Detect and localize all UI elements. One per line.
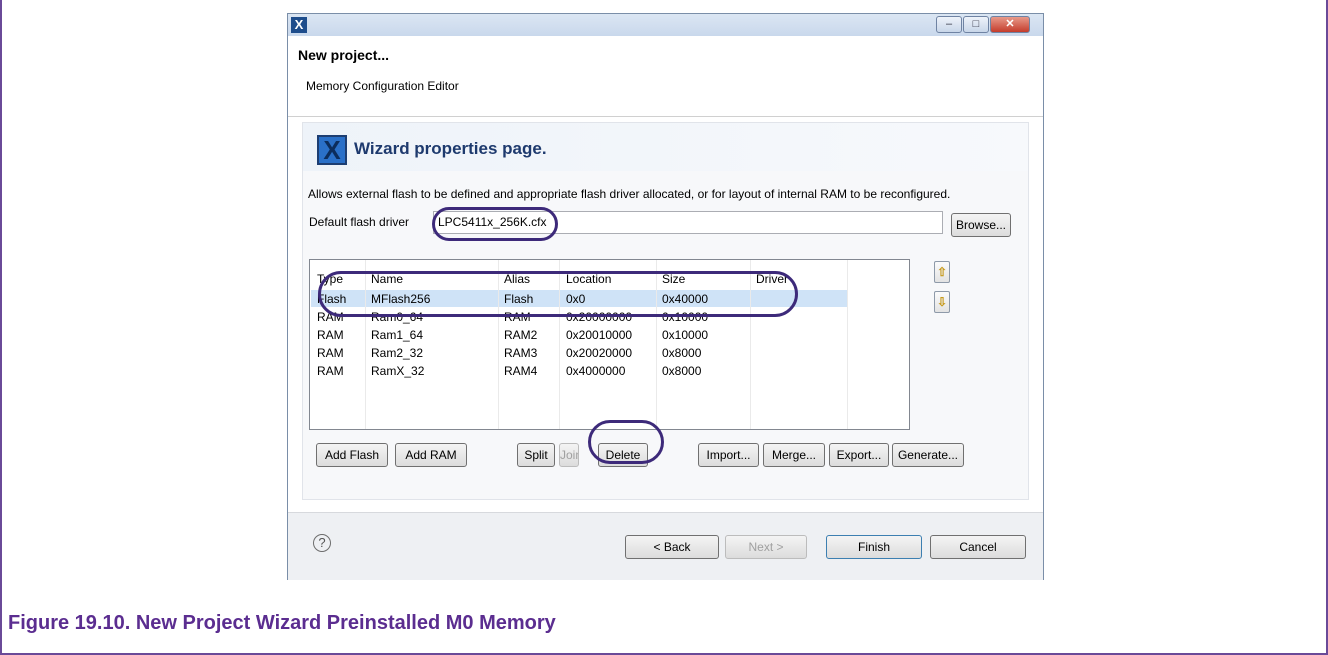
column-divider [498,260,499,429]
dialog-title: New project... [298,47,390,63]
column-header-type[interactable]: Type [317,272,343,286]
table-cell[interactable]: 0x0 [566,292,585,306]
table-cell[interactable]: 0x20020000 [566,346,632,360]
table-cell[interactable]: RamX_32 [371,364,424,378]
close-button[interactable]: ✕ [990,16,1030,33]
column-divider [559,260,560,429]
minimize-button[interactable]: ‒ [936,16,962,33]
wizard-content: X Wizard properties page. Allows externa… [288,117,1043,512]
add-flash-button[interactable]: Add Flash [316,443,388,467]
delete-button[interactable]: Delete [598,443,648,467]
cancel-button[interactable]: Cancel [930,535,1026,559]
column-divider [656,260,657,429]
table-cell[interactable]: 0x40000 [662,292,708,306]
add-ram-button[interactable]: Add RAM [395,443,467,467]
table-cell[interactable]: 0x4000000 [566,364,625,378]
column-header-alias[interactable]: Alias [504,272,530,286]
table-cell[interactable]: 0x10000 [662,328,708,342]
column-divider [847,260,848,429]
column-header-location[interactable]: Location [566,272,611,286]
join-button[interactable]: Join [559,443,579,467]
back-button[interactable]: < Back [625,535,719,559]
move-up-button[interactable]: ⇧ [934,261,950,283]
dialog-subtitle: Memory Configuration Editor [306,79,459,93]
table-cell[interactable]: Ram2_32 [371,346,423,360]
table-cell[interactable]: RAM3 [504,346,537,360]
header [288,36,1043,116]
memory-table[interactable]: Type Name Alias Location Size Driver Fla… [309,259,910,430]
title-bar: X ‒ □ ✕ [288,14,1043,36]
help-icon[interactable]: ? [313,534,331,552]
table-cell[interactable]: Flash [504,292,533,306]
table-cell[interactable]: RAM2 [504,328,537,342]
table-cell[interactable]: 0x8000 [662,364,701,378]
next-button[interactable]: Next > [725,535,807,559]
move-down-button[interactable]: ⇩ [934,291,950,313]
table-cell[interactable]: Ram0_64 [371,310,423,324]
column-divider [365,260,366,429]
wizard-title: Wizard properties page. [354,139,547,158]
merge-button[interactable]: Merge... [763,443,825,467]
figure-caption: Figure 19.10. New Project Wizard Preinst… [8,612,556,634]
browse-button[interactable]: Browse... [951,213,1011,237]
table-cell[interactable]: RAM4 [504,364,537,378]
wizard-description: Allows external flash to be defined and … [308,187,951,201]
maximize-button[interactable]: □ [963,16,989,33]
column-divider [750,260,751,429]
new-project-dialog: X ‒ □ ✕ New project... Memory Configurat… [287,13,1044,580]
x-wizard-icon: X [317,135,347,165]
dialog-footer: ? < Back Next > Finish Cancel [288,512,1043,580]
table-cell[interactable]: 0x20010000 [566,328,632,342]
export-button[interactable]: Export... [829,443,889,467]
table-cell[interactable]: RAM [317,364,344,378]
column-header-size[interactable]: Size [662,272,685,286]
wizard-banner: X Wizard properties page. [303,123,1028,171]
table-cell[interactable]: 0x20000000 [566,310,632,324]
generate-button[interactable]: Generate... [892,443,964,467]
column-header-name[interactable]: Name [371,272,403,286]
table-cell[interactable]: RAM [317,328,344,342]
table-cell[interactable]: RAM [504,310,531,324]
table-cell[interactable]: Flash [317,292,346,306]
x-app-icon: X [291,17,307,33]
column-header-driver[interactable]: Driver [756,272,788,286]
finish-button[interactable]: Finish [826,535,922,559]
table-cell[interactable]: RAM [317,346,344,360]
table-cell[interactable]: MFlash256 [371,292,430,306]
table-cell[interactable]: 0x8000 [662,346,701,360]
table-cell[interactable]: 0x10000 [662,310,708,324]
table-cell[interactable]: RAM [317,310,344,324]
flash-driver-label: Default flash driver [309,215,410,229]
table-cell[interactable]: Ram1_64 [371,328,423,342]
split-button[interactable]: Split [517,443,555,467]
import-button[interactable]: Import... [698,443,759,467]
flash-driver-input[interactable]: LPC5411x_256K.cfx [433,211,943,234]
